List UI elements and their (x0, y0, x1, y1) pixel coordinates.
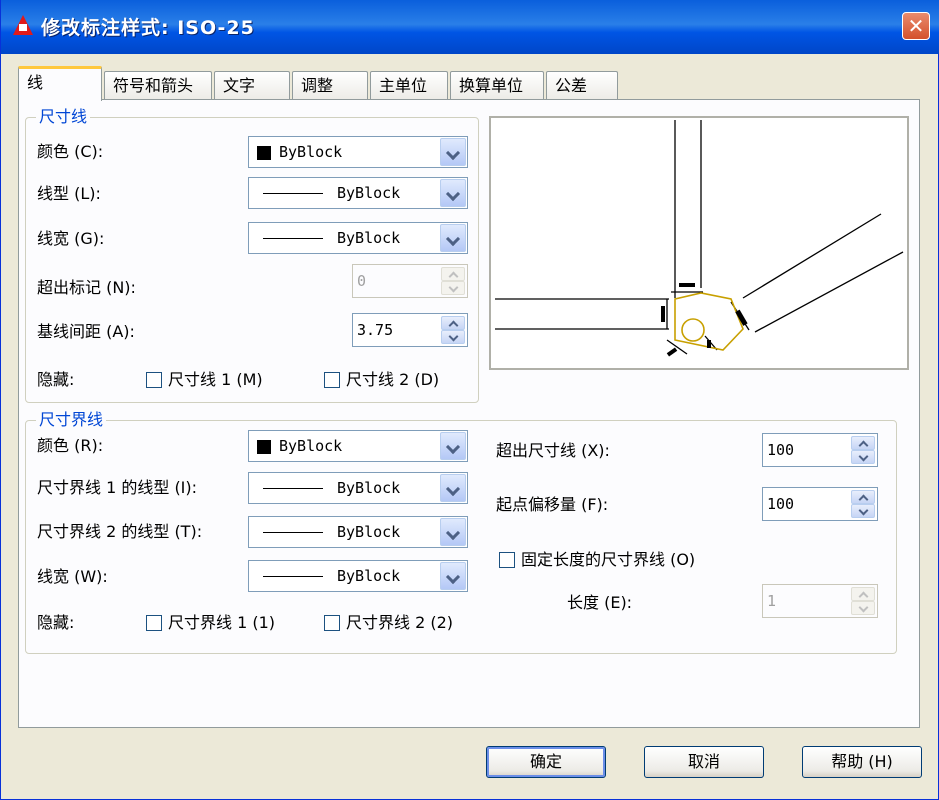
ext-lineweight-select[interactable]: ByBlock (248, 560, 468, 592)
ext-lineweight-value: ByBlock (337, 567, 401, 585)
suppress-ext-line1-checkbox[interactable] (146, 615, 162, 631)
dim-color-select[interactable]: ByBlock (248, 136, 468, 168)
length-label: 长度 (E): (567, 593, 633, 612)
origin-offset-spinner[interactable]: 100 (762, 487, 878, 521)
ext-color-select[interactable]: ByBlock (248, 430, 468, 462)
suppress-dim-line2-label: 尺寸线 2 (D) (346, 370, 440, 389)
color-swatch-icon (257, 146, 271, 160)
dim-lineweight-select[interactable]: ByBlock (248, 222, 468, 254)
chevron-down-icon[interactable] (440, 518, 466, 546)
suppress-ext-line2-checkbox[interactable] (324, 615, 340, 631)
spin-up-icon[interactable] (851, 436, 875, 450)
baseline-spacing-label: 基线间距 (A): (37, 322, 135, 341)
spin-up-icon[interactable] (851, 490, 875, 504)
spin-down-icon (441, 281, 465, 295)
ext-lineweight-label: 线宽 (W): (37, 567, 108, 586)
dim-suppress-label: 隐藏: (37, 370, 75, 389)
dim-color-label: 颜色 (C): (37, 142, 104, 161)
dim-line-group-title: 尺寸线 (36, 107, 91, 127)
cancel-button[interactable]: 取消 (644, 746, 764, 778)
extend-beyond-label: 超出尺寸线 (X): (496, 441, 610, 460)
tab-text[interactable]: 文字 (214, 71, 290, 100)
spin-down-icon[interactable] (851, 450, 875, 464)
tab-fit[interactable]: 调整 (292, 71, 368, 100)
spin-down-icon[interactable] (851, 504, 875, 518)
fixed-length-label: 固定长度的尺寸界线 (O) (521, 550, 696, 569)
extend-ticks-value: 0 (357, 272, 367, 290)
length-spinner: 1 (762, 584, 878, 618)
suppress-ext-line1-label: 尺寸界线 1 (1) (168, 613, 276, 632)
spin-up-icon (441, 267, 465, 281)
tab-primary-units[interactable]: 主单位 (370, 71, 448, 100)
suppress-dim-line2-checkbox[interactable] (324, 372, 340, 388)
ext-linetype2-label: 尺寸界线 2 的线型 (T): (37, 522, 203, 541)
suppress-ext-line2-label: 尺寸界线 2 (2) (346, 613, 454, 632)
dim-color-value: ByBlock (279, 143, 343, 161)
length-value: 1 (767, 592, 777, 610)
spin-up-icon[interactable] (441, 316, 465, 330)
ext-linetype2-value: ByBlock (337, 523, 401, 541)
ext-suppress-label: 隐藏: (37, 613, 75, 632)
title-bar[interactable]: 修改标注样式: ISO-25 ✕ (1, 0, 939, 54)
spin-up-icon (851, 587, 875, 601)
dialog-window: 修改标注样式: ISO-25 ✕ 线 符号和箭头 文字 调整 主单位 换算单位 … (0, 0, 939, 800)
dim-linetype-select[interactable]: ByBlock (248, 177, 468, 209)
ext-line-group-title: 尺寸界线 (36, 410, 107, 430)
help-button[interactable]: 帮助 (H) (802, 746, 922, 778)
linetype-sample-icon (263, 532, 323, 533)
suppress-dim-line1-checkbox[interactable] (146, 372, 162, 388)
extend-ticks-spinner: 0 (352, 264, 468, 298)
extend-ticks-label: 超出标记 (N): (37, 278, 136, 297)
baseline-spacing-value[interactable]: 3.75 (357, 321, 393, 339)
lineweight-sample-icon (263, 238, 323, 239)
tab-lines[interactable]: 线 (18, 66, 102, 101)
autocad-logo-icon (13, 15, 33, 35)
extend-beyond-value[interactable]: 100 (767, 441, 794, 459)
lineweight-sample-icon (263, 576, 323, 577)
origin-offset-value[interactable]: 100 (767, 495, 794, 513)
tab-tolerances[interactable]: 公差 (546, 71, 618, 100)
tab-symbols-arrows[interactable]: 符号和箭头 (104, 71, 212, 100)
chevron-down-icon[interactable] (440, 562, 466, 590)
dim-linetype-label: 线型 (L): (37, 184, 101, 203)
extend-beyond-spinner[interactable]: 100 (762, 433, 878, 467)
spin-down-icon[interactable] (441, 330, 465, 344)
color-swatch-icon (257, 440, 271, 454)
chevron-down-icon[interactable] (440, 432, 466, 460)
tab-alternate-units[interactable]: 换算单位 (450, 71, 544, 100)
chevron-down-icon[interactable] (440, 474, 466, 502)
ext-color-label: 颜色 (R): (37, 436, 104, 455)
fixed-length-checkbox[interactable] (499, 552, 515, 568)
ext-linetype1-label: 尺寸界线 1 的线型 (I): (37, 478, 198, 497)
chevron-down-icon[interactable] (440, 138, 466, 166)
linetype-sample-icon (263, 488, 323, 489)
window-title: 修改标注样式: ISO-25 (41, 17, 255, 39)
dim-lineweight-value: ByBlock (337, 229, 401, 247)
linetype-sample-icon (263, 193, 323, 194)
ext-linetype1-value: ByBlock (337, 479, 401, 497)
ext-color-value: ByBlock (279, 437, 343, 455)
ext-linetype1-select[interactable]: ByBlock (248, 472, 468, 504)
chevron-down-icon[interactable] (440, 179, 466, 207)
baseline-spacing-spinner[interactable]: 3.75 (352, 313, 468, 347)
origin-offset-label: 起点偏移量 (F): (496, 495, 609, 514)
dimension-style-preview (489, 116, 909, 370)
dim-linetype-value: ByBlock (337, 184, 401, 202)
spin-down-icon (851, 601, 875, 615)
dim-lineweight-label: 线宽 (G): (37, 229, 105, 248)
ext-linetype2-select[interactable]: ByBlock (248, 516, 468, 548)
close-button[interactable]: ✕ (902, 12, 930, 40)
suppress-dim-line1-label: 尺寸线 1 (M) (168, 370, 263, 389)
preview-drawing (495, 120, 904, 357)
ok-button[interactable]: 确定 (486, 746, 606, 778)
chevron-down-icon[interactable] (440, 224, 466, 252)
